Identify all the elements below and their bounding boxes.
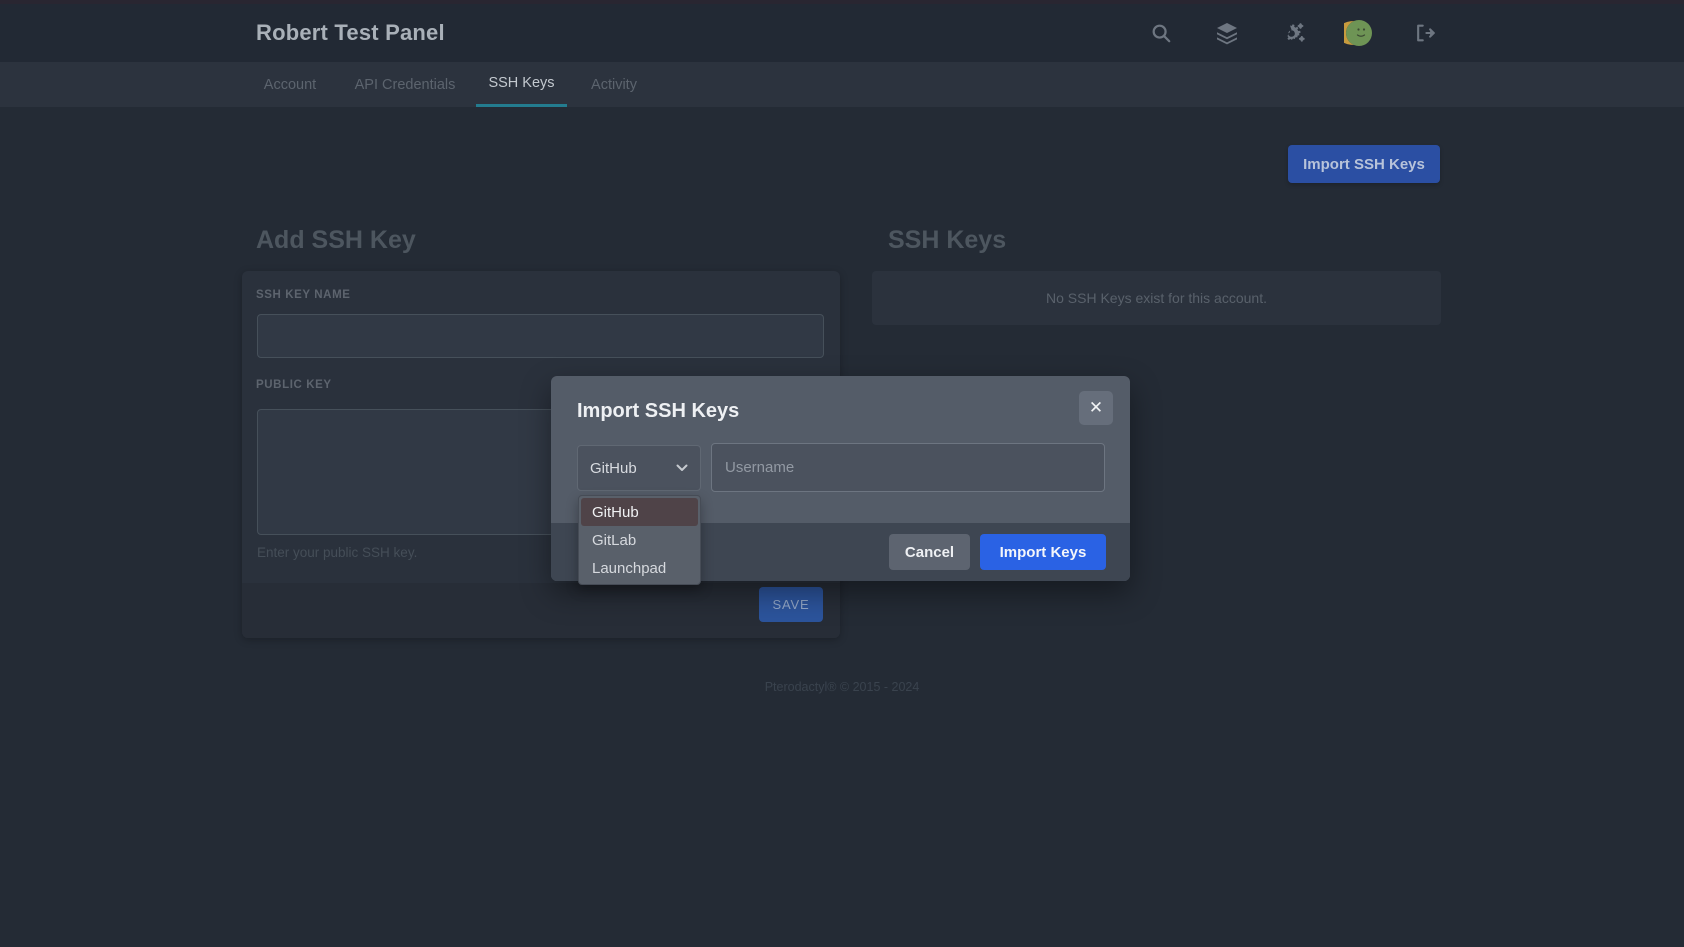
- cancel-button[interactable]: Cancel: [889, 534, 970, 570]
- empty-state-message: No SSH Keys exist for this account.: [1046, 290, 1267, 306]
- tab-ssh-keys[interactable]: SSH Keys: [476, 62, 567, 107]
- navbar: Robert Test Panel: [0, 4, 1684, 62]
- ssh-keys-empty-state: No SSH Keys exist for this account.: [872, 271, 1441, 325]
- add-ssh-key-heading: Add SSH Key: [256, 226, 416, 255]
- provider-dropdown: GitHub GitLab Launchpad: [578, 495, 701, 585]
- tab-api-credentials[interactable]: API Credentials: [344, 62, 466, 107]
- tab-account[interactable]: Account: [250, 62, 330, 107]
- ssh-key-name-label: SSH KEY NAME: [256, 289, 351, 301]
- chevron-down-icon: [676, 464, 688, 472]
- add-key-card-footer: SAVE: [242, 583, 840, 638]
- dropdown-option-gitlab[interactable]: GitLab: [581, 526, 698, 554]
- layers-icon[interactable]: [1212, 4, 1242, 62]
- copyright-footer: Pterodactyl® © 2015 - 2024: [0, 680, 1684, 694]
- account-tabbar: Account API Credentials SSH Keys Activit…: [0, 62, 1684, 107]
- save-button[interactable]: SAVE: [759, 587, 823, 622]
- username-input[interactable]: [711, 443, 1105, 492]
- public-key-hint: Enter your public SSH key.: [257, 545, 417, 560]
- user-avatar[interactable]: [1344, 4, 1374, 62]
- ssh-key-name-input[interactable]: [257, 314, 824, 358]
- dropdown-option-github[interactable]: GitHub: [581, 498, 698, 526]
- ssh-keys-heading: SSH Keys: [888, 226, 1006, 255]
- tab-activity[interactable]: Activity: [573, 62, 655, 107]
- modal-title: Import SSH Keys: [577, 400, 739, 423]
- provider-select[interactable]: GitHub: [577, 445, 701, 491]
- logout-icon[interactable]: [1410, 4, 1440, 62]
- close-icon[interactable]: ✕: [1079, 391, 1113, 425]
- import-keys-button[interactable]: Import Keys: [980, 534, 1106, 570]
- public-key-label: PUBLIC KEY: [256, 379, 332, 391]
- navbar-actions: [1146, 4, 1440, 62]
- dropdown-option-launchpad[interactable]: Launchpad: [581, 554, 698, 582]
- import-ssh-keys-button[interactable]: Import SSH Keys: [1288, 145, 1440, 183]
- search-icon[interactable]: [1146, 4, 1176, 62]
- gears-icon[interactable]: [1278, 4, 1308, 62]
- provider-select-value: GitHub: [590, 460, 637, 477]
- app-title: Robert Test Panel: [256, 4, 445, 62]
